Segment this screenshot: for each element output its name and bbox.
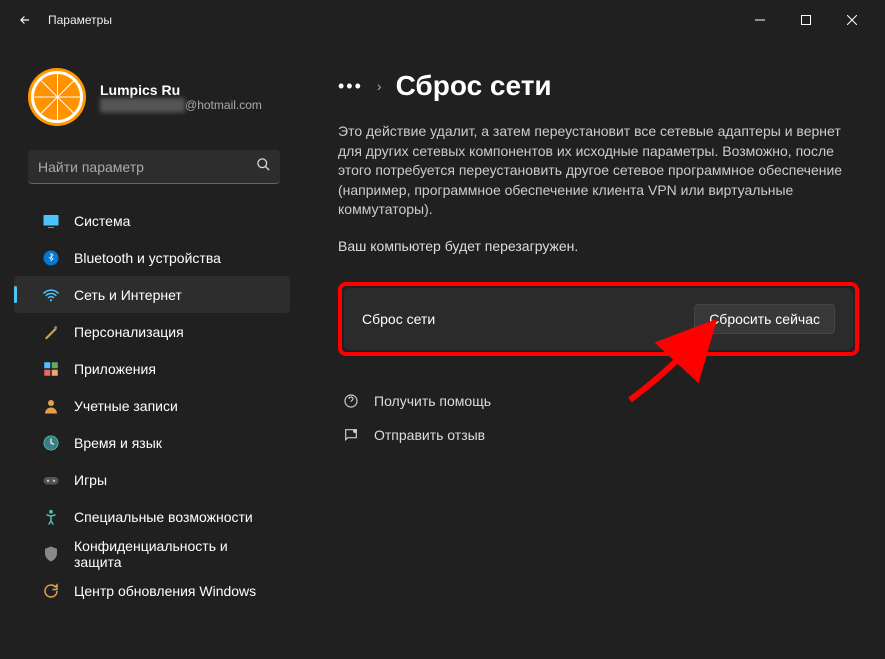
window-controls bbox=[737, 4, 875, 36]
titlebar: Параметры bbox=[0, 0, 885, 40]
reset-now-button[interactable]: Сбросить сейчас bbox=[694, 304, 835, 334]
search-input[interactable] bbox=[38, 159, 256, 175]
feedback-link[interactable]: Отправить отзыв bbox=[338, 418, 859, 452]
sidebar-item-accounts[interactable]: Учетные записи bbox=[14, 387, 290, 424]
profile-name: Lumpics Ru bbox=[100, 82, 262, 98]
sidebar-item-personalize[interactable]: Персонализация bbox=[14, 313, 290, 350]
help-icon bbox=[342, 392, 360, 410]
description-text: Это действие удалит, а затем переустанов… bbox=[338, 122, 859, 220]
feedback-link-label: Отправить отзыв bbox=[374, 427, 485, 443]
network-icon bbox=[42, 286, 60, 304]
get-help-link[interactable]: Получить помощь bbox=[338, 384, 859, 418]
sidebar-item-time[interactable]: Время и язык bbox=[14, 424, 290, 461]
sidebar-item-label: Специальные возможности bbox=[74, 509, 253, 525]
maximize-button[interactable] bbox=[783, 4, 829, 36]
sidebar-item-network[interactable]: Сеть и Интернет bbox=[14, 276, 290, 313]
reset-label: Сброс сети bbox=[362, 311, 435, 327]
breadcrumb-ellipsis[interactable]: ••• bbox=[338, 76, 363, 97]
sidebar-item-apps[interactable]: Приложения bbox=[14, 350, 290, 387]
search-box[interactable] bbox=[28, 150, 280, 184]
window-title: Параметры bbox=[48, 13, 112, 27]
sidebar-item-games[interactable]: Игры bbox=[14, 461, 290, 498]
sidebar-item-accessibility[interactable]: Специальные возможности bbox=[14, 498, 290, 535]
sidebar-item-privacy[interactable]: Конфиденциальность и защита bbox=[14, 535, 290, 572]
breadcrumb: ••• › Сброс сети bbox=[338, 70, 859, 102]
sidebar-item-update[interactable]: Центр обновления Windows bbox=[14, 572, 290, 609]
privacy-icon bbox=[42, 545, 60, 563]
profile-block[interactable]: Lumpics Ru ██████████@hotmail.com bbox=[0, 40, 298, 146]
sidebar-item-label: Учетные записи bbox=[74, 398, 178, 414]
update-icon bbox=[42, 582, 60, 600]
profile-email: ██████████@hotmail.com bbox=[100, 98, 262, 112]
games-icon bbox=[42, 471, 60, 489]
restart-note: Ваш компьютер будет перезагружен. bbox=[338, 238, 859, 254]
page-title: Сброс сети bbox=[396, 70, 552, 102]
system-icon bbox=[42, 212, 60, 230]
main-content: ••• › Сброс сети Это действие удалит, а … bbox=[308, 40, 885, 659]
accessibility-icon bbox=[42, 508, 60, 526]
sidebar-item-label: Bluetooth и устройства bbox=[74, 250, 221, 266]
apps-icon bbox=[42, 360, 60, 378]
sidebar-item-label: Персонализация bbox=[74, 324, 184, 340]
reset-card: Сброс сети Сбросить сейчас bbox=[344, 288, 853, 350]
sidebar-item-label: Приложения bbox=[74, 361, 156, 377]
sidebar-item-label: Конфиденциальность и защита bbox=[74, 538, 278, 570]
sidebar-item-label: Сеть и Интернет bbox=[74, 287, 182, 303]
accounts-icon bbox=[42, 397, 60, 415]
help-link-label: Получить помощь bbox=[374, 393, 491, 409]
minimize-button[interactable] bbox=[737, 4, 783, 36]
feedback-icon bbox=[342, 426, 360, 444]
time-icon bbox=[42, 434, 60, 452]
reset-card-highlight: Сброс сети Сбросить сейчас bbox=[338, 282, 859, 356]
avatar bbox=[28, 68, 86, 126]
sidebar-item-label: Время и язык bbox=[74, 435, 162, 451]
search-icon bbox=[256, 157, 272, 177]
sidebar-item-label: Система bbox=[74, 213, 130, 229]
sidebar-item-bluetooth[interactable]: Bluetooth и устройства bbox=[14, 239, 290, 276]
personalize-icon bbox=[42, 323, 60, 341]
close-button[interactable] bbox=[829, 4, 875, 36]
sidebar: Lumpics Ru ██████████@hotmail.com Систем… bbox=[0, 40, 308, 659]
sidebar-item-label: Игры bbox=[74, 472, 107, 488]
bluetooth-icon bbox=[42, 249, 60, 267]
sidebar-item-label: Центр обновления Windows bbox=[74, 583, 256, 599]
back-button[interactable] bbox=[10, 5, 40, 35]
sidebar-item-system[interactable]: Система bbox=[14, 202, 290, 239]
chevron-right-icon: › bbox=[377, 78, 382, 94]
nav: Система Bluetooth и устройства Сеть и Ин… bbox=[0, 202, 298, 609]
